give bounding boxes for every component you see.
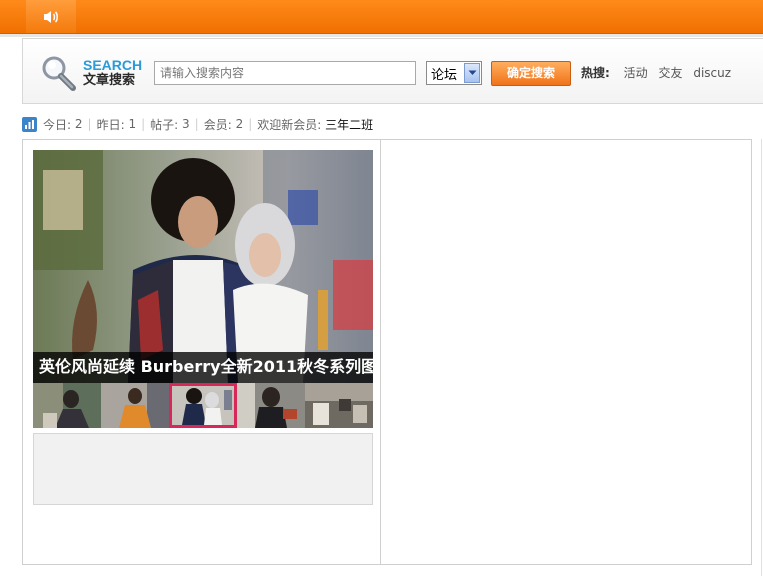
yesterday-label: 昨日:	[96, 117, 125, 132]
speaker-icon	[44, 10, 58, 23]
search-panel: SEARCH 文章搜索 论坛 确定搜索 热搜: 活动 交友 discuz	[22, 38, 763, 104]
separator: |	[87, 117, 92, 131]
search-brand-en: SEARCH	[83, 57, 143, 73]
today-label: 今日:	[43, 117, 72, 132]
column-divider	[380, 140, 381, 564]
thumbnail-2[interactable]	[101, 383, 169, 428]
top-bar	[0, 0, 763, 34]
search-submit-button[interactable]: 确定搜索	[491, 61, 571, 86]
hot-search: 热搜: 活动 交友 discuz	[581, 64, 738, 81]
speaker-button[interactable]	[26, 0, 76, 33]
slideshow-caption[interactable]: 英伦风尚延续 Burberry全新2011秋冬系列图集	[33, 352, 373, 383]
hot-link-dating[interactable]: 交友	[658, 66, 682, 80]
slideshow-image[interactable]	[33, 150, 373, 383]
search-magnifier-icon	[42, 56, 76, 91]
separator: |	[141, 117, 146, 131]
slideshow-photo	[33, 150, 373, 383]
posts-count: 3	[182, 117, 190, 131]
search-scope-select[interactable]: 论坛	[426, 61, 482, 85]
separator: |	[248, 117, 253, 131]
welcome-label: 欢迎新会员:	[257, 117, 322, 132]
yesterday-count: 1	[128, 117, 137, 131]
members-count: 2	[235, 117, 244, 131]
posts-label: 帖子:	[150, 117, 179, 132]
hot-search-label: 热搜:	[581, 66, 610, 80]
chevron-down-icon[interactable]	[464, 63, 480, 83]
search-input[interactable]	[154, 61, 416, 85]
members-label: 会员:	[203, 117, 232, 132]
forum-stats: 今日: 2 | 昨日: 1 | 帖子: 3 | 会员: 2 | 欢迎新会员: 三…	[22, 115, 373, 133]
thumbnail-3-active[interactable]	[169, 383, 237, 428]
hot-link-activity[interactable]: 活动	[624, 66, 648, 80]
search-scope-value: 论坛	[431, 67, 458, 83]
thumbnail-4[interactable]	[237, 383, 305, 428]
newest-member-link[interactable]: 三年二班	[325, 116, 373, 133]
today-count: 2	[74, 117, 83, 131]
thumbnail-5[interactable]	[305, 383, 373, 428]
bar-chart-icon	[22, 116, 37, 132]
search-brand-cn: 文章搜索	[83, 73, 136, 88]
slideshow-placeholder-panel	[33, 433, 373, 505]
separator: |	[194, 117, 199, 131]
slideshow-thumbnails	[33, 383, 373, 428]
header-divider	[0, 34, 763, 37]
hot-link-discuz[interactable]: discuz	[693, 66, 731, 80]
page-edge	[761, 139, 762, 576]
thumbnail-1[interactable]	[33, 383, 101, 428]
search-brand: SEARCH 文章搜索	[83, 57, 143, 89]
